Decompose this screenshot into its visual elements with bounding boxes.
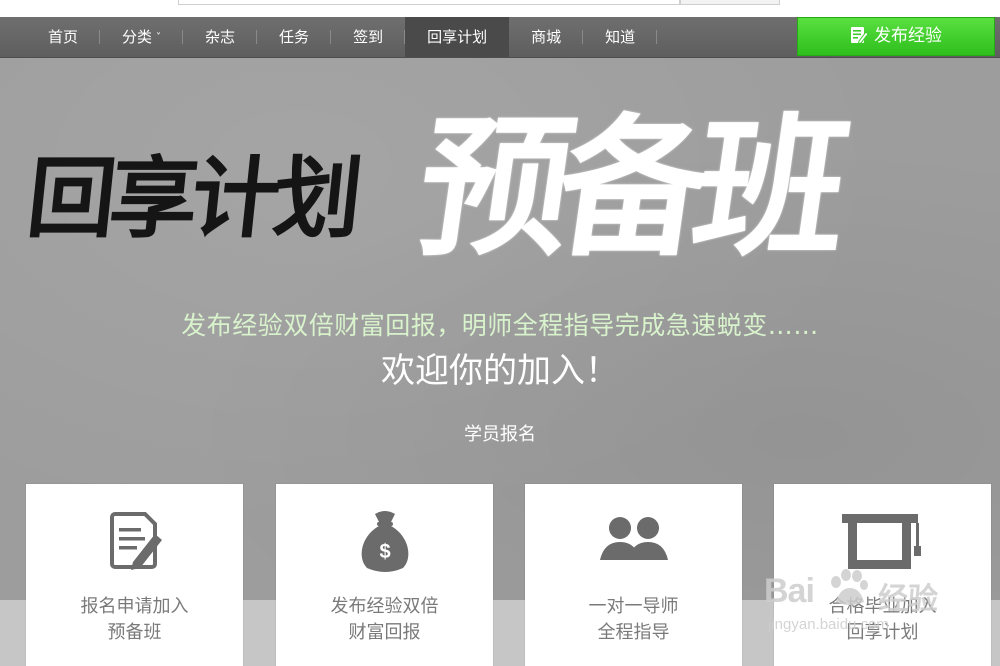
student-register-link[interactable]: 学员报名 (0, 420, 1000, 446)
card-label-line1: 报名申请加入 (80, 596, 189, 617)
feature-card-double-reward[interactable]: $ 发布经验双倍 财富回报 (276, 484, 493, 666)
feature-card-mentor[interactable]: 一对一导师 全程指导 (525, 484, 742, 666)
nav-item-label: 杂志 (205, 28, 236, 46)
card-label: 发布经验双倍 财富回报 (276, 594, 493, 646)
card-label-line2: 全程指导 (597, 622, 670, 643)
nav-item-category[interactable]: 分类 ˅ (100, 17, 184, 57)
publish-experience-button[interactable]: 发布经验 (797, 17, 995, 56)
application-form-icon (105, 508, 165, 576)
nav-item-zhidao[interactable]: 知道 (583, 17, 658, 57)
nav-item-label: 首页 (48, 28, 79, 46)
nav-item-checkin[interactable]: 签到 (331, 17, 406, 57)
nav-item-tasks[interactable]: 任务 (257, 17, 332, 57)
nav-item-label: 任务 (279, 28, 310, 46)
hero-subtitle: 发布经验双倍财富回报，明师全程指导完成急速蜕变…… (181, 311, 819, 340)
nav-item-label: 回享计划 (427, 28, 488, 46)
card-label-line2: 回享计划 (846, 622, 919, 643)
money-bag-icon: $ (355, 508, 415, 578)
hero-title-calligraphy-white: 预备班 (407, 98, 847, 277)
card-label-line1: 合格毕业加入 (828, 596, 937, 617)
top-strip (0, 0, 1000, 17)
nav-item-label: 分类 (122, 28, 153, 46)
nav-item-share-plan[interactable]: 回享计划 (405, 17, 510, 57)
search-input[interactable] (178, 0, 680, 5)
nav-item-home[interactable]: 首页 (26, 17, 101, 57)
hero-title-calligraphy-black: 回享计划 (22, 146, 362, 250)
card-label: 合格毕业加入 回享计划 (774, 594, 991, 646)
publish-label: 发布经验 (874, 26, 942, 46)
nav-items: 首页 分类 ˅ 杂志 任务 签到 回享计划 商城 知道 (26, 17, 658, 57)
mentor-people-icon (596, 508, 672, 572)
feature-card-apply[interactable]: 报名申请加入 预备班 (26, 484, 243, 666)
card-label-line1: 一对一导师 (588, 596, 679, 617)
nav-item-label: 签到 (353, 28, 384, 46)
chevron-down-icon: ˅ (156, 32, 162, 43)
card-label-line2: 财富回报 (348, 622, 421, 643)
card-label: 报名申请加入 预备班 (26, 594, 243, 646)
svg-text:$: $ (379, 541, 390, 563)
nav-item-label: 知道 (605, 28, 636, 46)
nav-item-magazine[interactable]: 杂志 (183, 17, 258, 57)
feature-card-graduate[interactable]: 合格毕业加入 回享计划 (774, 484, 991, 666)
edit-icon (850, 21, 869, 58)
hero-welcome: 欢迎你的加入！ (381, 351, 619, 391)
card-label-line2: 预备班 (107, 622, 162, 643)
card-label: 一对一导师 全程指导 (525, 594, 742, 646)
nav-item-label: 商城 (531, 28, 562, 46)
nav-item-mall[interactable]: 商城 (509, 17, 584, 57)
graduation-cap-icon (840, 508, 926, 578)
card-label-line1: 发布经验双倍 (330, 596, 439, 617)
search-button[interactable] (680, 0, 780, 5)
